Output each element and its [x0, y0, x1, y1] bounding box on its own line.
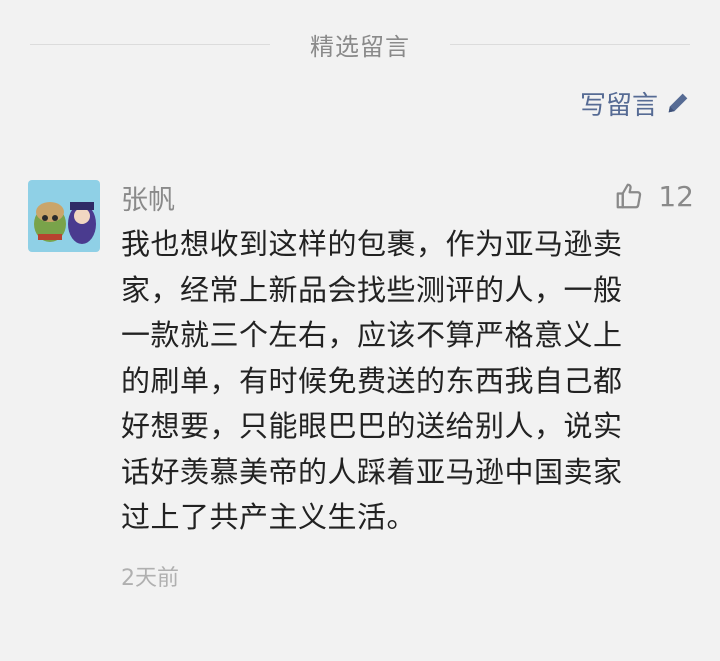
comment-line: 话好羡慕美帝的人踩着亚马逊中国卖家: [121, 454, 623, 489]
write-comment-label: 写留言: [579, 90, 658, 121]
thumbs-up-icon: [614, 181, 644, 211]
like-count: 12: [658, 179, 694, 213]
comment-line: 我也想收到这样的包裹，作为亚马逊卖: [121, 227, 623, 261]
pencil-icon: [664, 89, 692, 117]
comment-line: 家，经常上新品会找些测评的人，一般: [121, 272, 623, 307]
comment-item: 张帆 12 我也想收到这样的包裹，作为亚马逊卖 家，经常上新品会找些测评的人，一…: [0, 170, 720, 600]
section-header: 精选留言: [0, 22, 720, 66]
comment-timestamp: 2天前: [121, 566, 179, 591]
comment-line: 过上了共产主义生活。: [121, 500, 417, 534]
divider-right: [450, 44, 690, 45]
comment-line: 好想要，只能眼巴巴的送给别人，说实: [121, 409, 623, 443]
write-comment-button[interactable]: 写留言: [580, 84, 692, 122]
avatar[interactable]: [28, 180, 100, 252]
comment-line: 一款就三个左右，应该不算严格意义上: [121, 318, 623, 352]
divider-left: [30, 44, 270, 45]
section-title: 精选留言: [310, 32, 410, 61]
comment-author[interactable]: 张帆: [121, 178, 175, 217]
comment-line: 的刷单，有时候免费送的东西我自己都: [121, 363, 623, 398]
like-button[interactable]: 12: [614, 176, 694, 216]
comment-body: 我也想收到这样的包裹，作为亚马逊卖 家，经常上新品会找些测评的人，一般 一款就三…: [121, 222, 681, 541]
